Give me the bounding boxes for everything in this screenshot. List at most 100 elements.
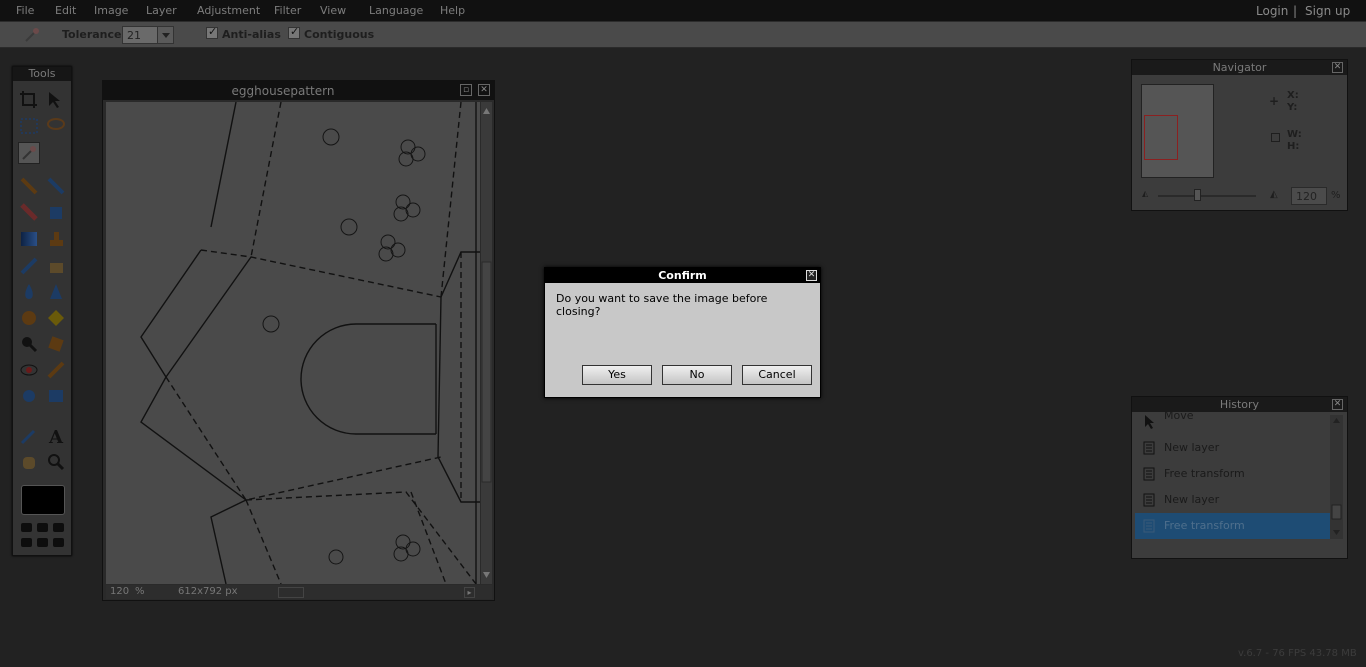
crosshair-icon: + (1269, 94, 1280, 108)
color-swatch[interactable] (21, 485, 65, 515)
lasso-icon[interactable] (45, 115, 67, 137)
eraser-icon[interactable] (18, 201, 40, 223)
login-link[interactable]: Login (1256, 4, 1288, 18)
swatch-slot[interactable] (21, 538, 32, 547)
close-icon[interactable]: ✕ (1332, 399, 1343, 410)
layer-icon (1143, 467, 1157, 481)
zoom-readout[interactable]: 120 (110, 586, 129, 597)
crop-icon[interactable] (18, 89, 40, 111)
close-icon[interactable]: ✕ (478, 84, 490, 96)
antialias-checkbox[interactable] (206, 25, 218, 39)
swatch-slot[interactable] (37, 523, 48, 532)
cancel-button[interactable]: Cancel (742, 365, 812, 385)
layer-icon (1143, 519, 1157, 533)
brush-icon[interactable] (45, 175, 67, 197)
dialog-message: Do you want to save the image before clo… (556, 292, 768, 318)
document-vertical-scrollbar[interactable] (481, 102, 492, 584)
zoom-slider-handle[interactable] (1194, 189, 1201, 201)
menu-language[interactable]: Language (369, 4, 423, 17)
paint-bucket-icon[interactable] (45, 201, 67, 223)
magic-wand-tool-icon[interactable] (18, 142, 40, 164)
confirm-dialog: Confirm ✕ Do you want to save the image … (544, 267, 821, 398)
menu-edit[interactable]: Edit (55, 4, 76, 17)
tolerance-label: Tolerance: (62, 28, 126, 41)
swatch-slot[interactable] (21, 523, 32, 532)
history-item[interactable]: Free transform (1135, 461, 1330, 487)
color-picker-icon[interactable] (18, 425, 40, 447)
magic-wand-icon[interactable] (20, 25, 42, 45)
menu-image[interactable]: Image (94, 4, 128, 17)
viewport-indicator[interactable] (1144, 115, 1178, 160)
close-icon[interactable]: ✕ (1332, 62, 1343, 73)
layer-icon (1143, 441, 1157, 455)
menu-help[interactable]: Help (440, 4, 465, 17)
image-canvas[interactable] (106, 102, 480, 584)
menu-file[interactable]: File (16, 4, 34, 17)
yes-button[interactable]: Yes (582, 365, 652, 385)
menu-adjustment[interactable]: Adjustment (197, 4, 260, 17)
history-item[interactable]: New layer (1135, 487, 1330, 513)
zoom-icon[interactable] (45, 451, 67, 473)
contiguous-label: Contiguous (304, 28, 375, 41)
signup-link[interactable]: Sign up (1305, 4, 1350, 18)
history-item-label: Move (1164, 409, 1194, 422)
history-item[interactable]: New layer (1135, 435, 1330, 461)
smudge-icon[interactable] (18, 307, 40, 329)
contiguous-checkbox[interactable] (288, 25, 300, 39)
chevron-down-icon[interactable] (157, 27, 173, 43)
hand-icon[interactable] (18, 451, 40, 473)
navigator-title: Navigator (1212, 61, 1267, 74)
navigator-thumbnail[interactable] (1141, 84, 1214, 178)
history-item-selected[interactable]: Free transform (1135, 513, 1330, 539)
menu-bar: File Edit Image Layer Adjustment Filter … (0, 0, 1366, 22)
zoom-input[interactable]: 120 (1291, 187, 1327, 205)
drawing-icon[interactable] (45, 255, 67, 277)
swatch-slot[interactable] (53, 538, 64, 547)
dodge-icon[interactable] (18, 333, 40, 355)
menu-filter[interactable]: Filter (274, 4, 301, 17)
sponge-icon[interactable] (45, 307, 67, 329)
zoom-out-icon[interactable]: ◭ (1142, 189, 1148, 198)
scroll-right-icon[interactable]: ▸ (464, 587, 475, 598)
swatch-slot[interactable] (37, 538, 48, 547)
maximize-icon[interactable]: ▫ (460, 84, 472, 96)
y-label: Y: (1287, 102, 1298, 113)
swatch-slot[interactable] (53, 523, 64, 532)
document-titlebar[interactable]: egghousepattern ▫ ✕ (103, 81, 494, 100)
zoom-slider-track[interactable] (1158, 195, 1256, 197)
document-title: egghousepattern (231, 84, 335, 98)
liquify-icon[interactable] (45, 385, 67, 407)
history-item-label: New layer (1164, 441, 1220, 454)
no-button[interactable]: No (662, 365, 732, 385)
history-item[interactable]: Move (1135, 409, 1330, 435)
burn-icon[interactable] (45, 333, 67, 355)
menu-layer[interactable]: Layer (146, 4, 177, 17)
history-scrollbar[interactable] (1330, 415, 1343, 539)
gradient-icon[interactable] (18, 228, 40, 250)
move-icon (1143, 415, 1157, 429)
stamp-icon[interactable] (45, 228, 67, 250)
menu-separator: | (1293, 4, 1298, 18)
close-icon[interactable]: ✕ (806, 270, 817, 281)
h-label: H: (1287, 141, 1300, 152)
move-icon[interactable] (45, 89, 67, 111)
bloat-icon[interactable] (45, 359, 67, 381)
blur-icon[interactable] (18, 281, 40, 303)
tools-panel: Tools A (12, 66, 72, 556)
tolerance-select[interactable]: 21 (122, 26, 174, 44)
red-eye-icon[interactable] (18, 359, 40, 381)
tools-title: Tools (13, 67, 71, 81)
sharpen-icon[interactable] (45, 281, 67, 303)
horizontal-scrollbar-thumb[interactable] (278, 587, 304, 598)
pencil-icon[interactable] (18, 175, 40, 197)
w-label: W: (1287, 129, 1302, 140)
marquee-icon[interactable] (18, 115, 40, 137)
color-replace-icon[interactable] (18, 255, 40, 277)
dialog-title: Confirm (545, 268, 820, 283)
navigator-header[interactable]: Navigator ✕ (1132, 60, 1347, 75)
pinch-icon[interactable] (18, 385, 40, 407)
menu-view[interactable]: View (320, 4, 346, 17)
selection-size-icon (1271, 133, 1280, 142)
type-icon[interactable]: A (45, 425, 67, 448)
zoom-in-icon[interactable]: ◭ (1270, 189, 1278, 200)
